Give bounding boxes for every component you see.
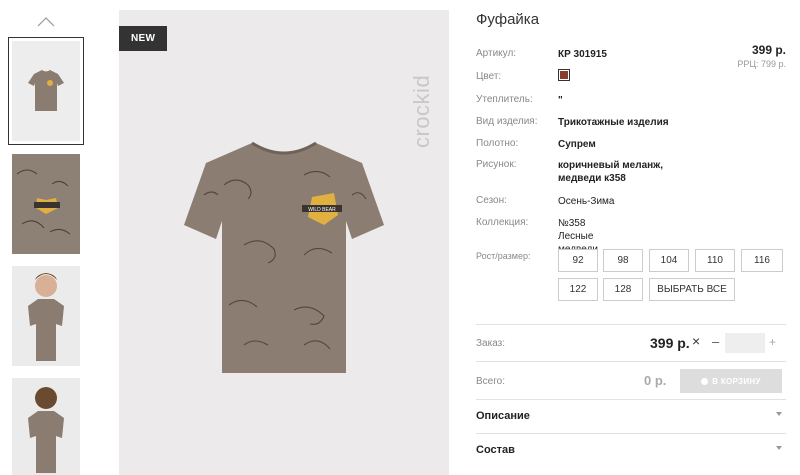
accordion-description[interactable]: Описание [476, 406, 786, 428]
add-to-cart-button[interactable]: В КОРЗИНУ [680, 369, 782, 393]
size-button-98[interactable]: 98 [603, 249, 643, 272]
attr-label: Утеплитель: [476, 94, 533, 105]
select-all-sizes-button[interactable]: ВЫБРАТЬ ВСЕ [649, 278, 735, 301]
thumbnail-2[interactable] [12, 154, 80, 254]
add-to-cart-label: В КОРЗИНУ [712, 376, 761, 386]
quantity-input[interactable] [725, 333, 765, 353]
attr-value: коричневый меланж, медведи к358 [558, 160, 664, 184]
total-value: 0 р. [644, 373, 667, 388]
product-info: Фуфайка 399 р. РРЦ: 799 р. Артикул: КР 3… [476, 0, 786, 475]
brand-logo: crockid [409, 75, 434, 148]
attr-value: Осень-Зима [558, 196, 615, 207]
caret-down-icon [776, 412, 782, 416]
size-button-116[interactable]: 116 [741, 249, 783, 272]
thumbnail-1[interactable] [8, 37, 84, 145]
thumbnail-3[interactable] [12, 266, 80, 366]
svg-text:crockid: crockid [409, 75, 434, 148]
order-price: 399 р. [650, 335, 690, 351]
cart-icon [701, 377, 709, 385]
attr-label: Цвет: [476, 71, 502, 82]
color-swatch[interactable] [558, 69, 570, 81]
attr-value: " [558, 95, 563, 106]
accordion-composition[interactable]: Состав [476, 440, 786, 462]
attr-label: Сезон: [476, 195, 507, 206]
divider [476, 399, 786, 400]
attr-label: Полотно: [476, 138, 519, 149]
size-button-92[interactable]: 92 [558, 249, 598, 272]
product-title: Фуфайка [476, 11, 540, 28]
times-icon: × [692, 333, 701, 349]
attr-label: Коллекция: [476, 217, 529, 228]
quantity-increase-button[interactable]: + [769, 335, 776, 349]
accordion-title: Состав [476, 444, 515, 456]
divider [476, 324, 786, 325]
tshirt-image: WILD BEAR [184, 141, 384, 373]
product-price: 399 р. [751, 43, 786, 57]
order-label: Заказ: [476, 338, 506, 349]
product-main-image[interactable]: NEW crockid WILD BEAR [119, 10, 449, 475]
size-button-110[interactable]: 110 [695, 249, 735, 272]
size-button-128[interactable]: 128 [603, 278, 643, 301]
size-button-104[interactable]: 104 [649, 249, 689, 272]
accordion-title: Описание [476, 410, 530, 422]
attr-value: КР 301915 [558, 49, 607, 60]
attr-value: Трикотажные изделия [558, 117, 669, 128]
thumbnail-gallery [0, 0, 90, 475]
attr-label: Вид изделия: [476, 116, 538, 127]
attr-label: Рисунок: [476, 159, 517, 170]
attr-value: Супрем [558, 139, 596, 150]
new-badge: NEW [119, 26, 168, 51]
attr-label: Артикул: [476, 48, 517, 59]
divider [476, 361, 786, 362]
product-rrp: РРЦ: 799 р. [737, 59, 786, 69]
size-button-122[interactable]: 122 [558, 278, 598, 301]
total-label: Всего: [476, 376, 505, 387]
quantity-decrease-button[interactable]: – [712, 334, 719, 349]
caret-down-icon [776, 446, 782, 450]
chevron-up-icon[interactable] [36, 16, 56, 28]
svg-text:WILD BEAR: WILD BEAR [308, 207, 336, 213]
size-label: Рост/размер: [476, 251, 531, 261]
thumbnail-4[interactable] [12, 378, 80, 475]
divider [476, 433, 786, 434]
